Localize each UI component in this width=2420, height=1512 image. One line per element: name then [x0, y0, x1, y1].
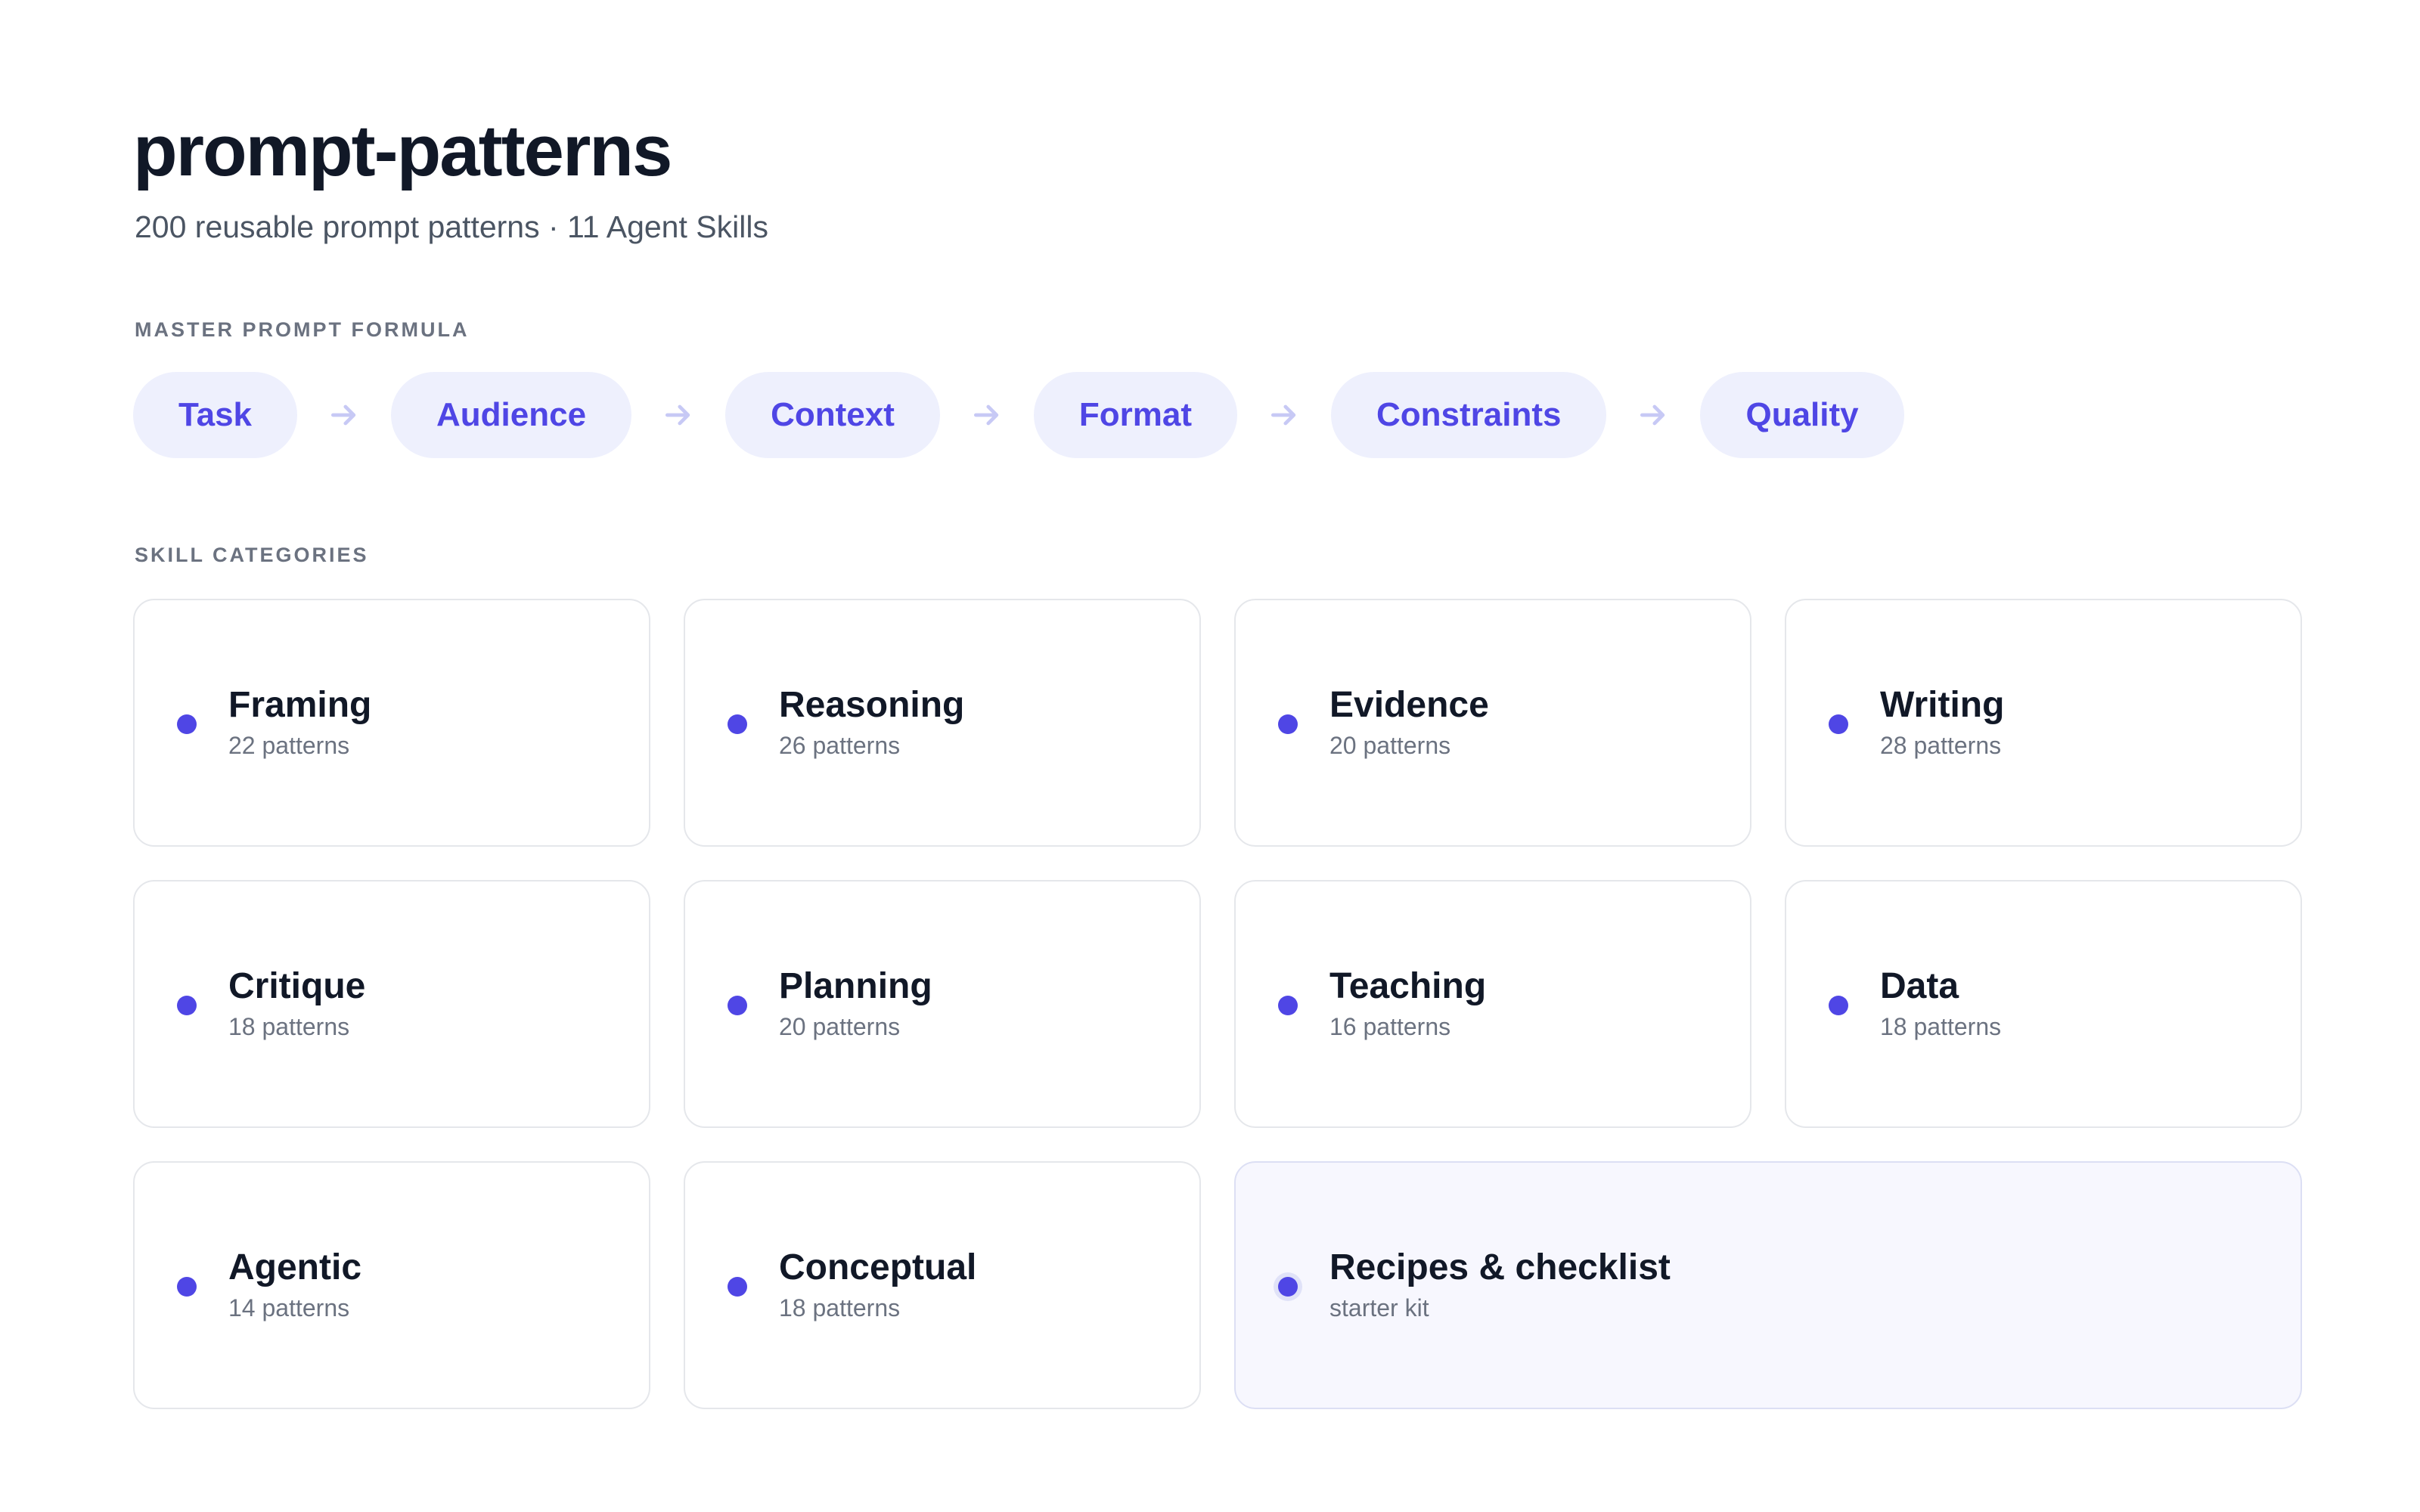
- category-grid: Framing 22 patterns Reasoning 26 pattern…: [133, 599, 2302, 1409]
- category-name: Teaching: [1329, 966, 1487, 1006]
- category-name: Critique: [228, 966, 366, 1006]
- arrow-right-icon: [1237, 372, 1331, 458]
- category-name: Recipes & checklist: [1329, 1247, 1671, 1287]
- category-name: Agentic: [228, 1247, 362, 1287]
- category-card-reasoning[interactable]: Reasoning 26 patterns: [684, 599, 1201, 847]
- category-card-writing[interactable]: Writing 28 patterns: [1785, 599, 2302, 847]
- dot-icon: [1278, 714, 1298, 734]
- arrow-right-icon: [631, 372, 725, 458]
- categories-section-label: SKILL CATEGORIES: [135, 544, 369, 566]
- dot-icon: [177, 996, 197, 1015]
- formula-step-quality[interactable]: Quality: [1700, 372, 1904, 458]
- category-name: Conceptual: [779, 1247, 977, 1287]
- category-name: Planning: [779, 966, 932, 1006]
- formula-step-constraints[interactable]: Constraints: [1330, 372, 1607, 458]
- category-card-data[interactable]: Data 18 patterns: [1785, 880, 2302, 1128]
- category-count: 16 patterns: [1329, 1013, 1451, 1040]
- dot-icon: [1829, 714, 1848, 734]
- dot-icon: [728, 714, 747, 734]
- page: prompt-patterns 200 reusable prompt patt…: [0, 0, 2420, 1512]
- category-name: Reasoning: [779, 685, 965, 725]
- dot-icon: [1278, 996, 1298, 1015]
- dot-icon: [177, 714, 197, 734]
- category-card-conceptual[interactable]: Conceptual 18 patterns: [684, 1161, 1201, 1409]
- category-count: 18 patterns: [1880, 1013, 2002, 1040]
- category-count: 28 patterns: [1880, 732, 2002, 759]
- dot-icon: [1278, 1277, 1298, 1297]
- arrow-right-icon: [1606, 372, 1700, 458]
- formula-step-context[interactable]: Context: [725, 372, 940, 458]
- category-name: Data: [1880, 966, 1959, 1006]
- formula-step-format[interactable]: Format: [1033, 372, 1237, 458]
- category-card-critique[interactable]: Critique 18 patterns: [133, 880, 650, 1128]
- dot-icon: [728, 996, 747, 1015]
- category-name: Writing: [1880, 685, 2005, 725]
- category-card-teaching[interactable]: Teaching 16 patterns: [1234, 880, 1751, 1128]
- category-card-evidence[interactable]: Evidence 20 patterns: [1234, 599, 1751, 847]
- formula-section-label: MASTER PROMPT FORMULA: [135, 318, 470, 341]
- category-card-planning[interactable]: Planning 20 patterns: [684, 880, 1201, 1128]
- dot-icon: [177, 1277, 197, 1297]
- category-count: 18 patterns: [779, 1294, 901, 1321]
- category-card-agentic[interactable]: Agentic 14 patterns: [133, 1161, 650, 1409]
- category-count: starter kit: [1329, 1294, 1429, 1321]
- dot-icon: [728, 1277, 747, 1297]
- category-card-framing[interactable]: Framing 22 patterns: [133, 599, 650, 847]
- category-card-recipes-checklist[interactable]: Recipes & checklist starter kit: [1234, 1161, 2302, 1409]
- arrow-right-icon: [297, 372, 391, 458]
- page-subtitle: 200 reusable prompt patterns · 11 Agent …: [135, 209, 768, 244]
- category-count: 22 patterns: [228, 732, 350, 759]
- formula-step-task[interactable]: Task: [133, 372, 298, 458]
- category-count: 20 patterns: [779, 1013, 901, 1040]
- category-count: 14 patterns: [228, 1294, 350, 1321]
- category-count: 26 patterns: [779, 732, 901, 759]
- dot-icon: [1829, 996, 1848, 1015]
- formula-step-audience[interactable]: Audience: [391, 372, 632, 458]
- formula-steps: Task Audience Context Format Constraints…: [133, 372, 1904, 458]
- category-name: Evidence: [1329, 685, 1489, 725]
- category-name: Framing: [228, 685, 372, 725]
- page-title: prompt-patterns: [133, 110, 672, 191]
- category-count: 20 patterns: [1329, 732, 1451, 759]
- category-count: 18 patterns: [228, 1013, 350, 1040]
- arrow-right-icon: [940, 372, 1034, 458]
